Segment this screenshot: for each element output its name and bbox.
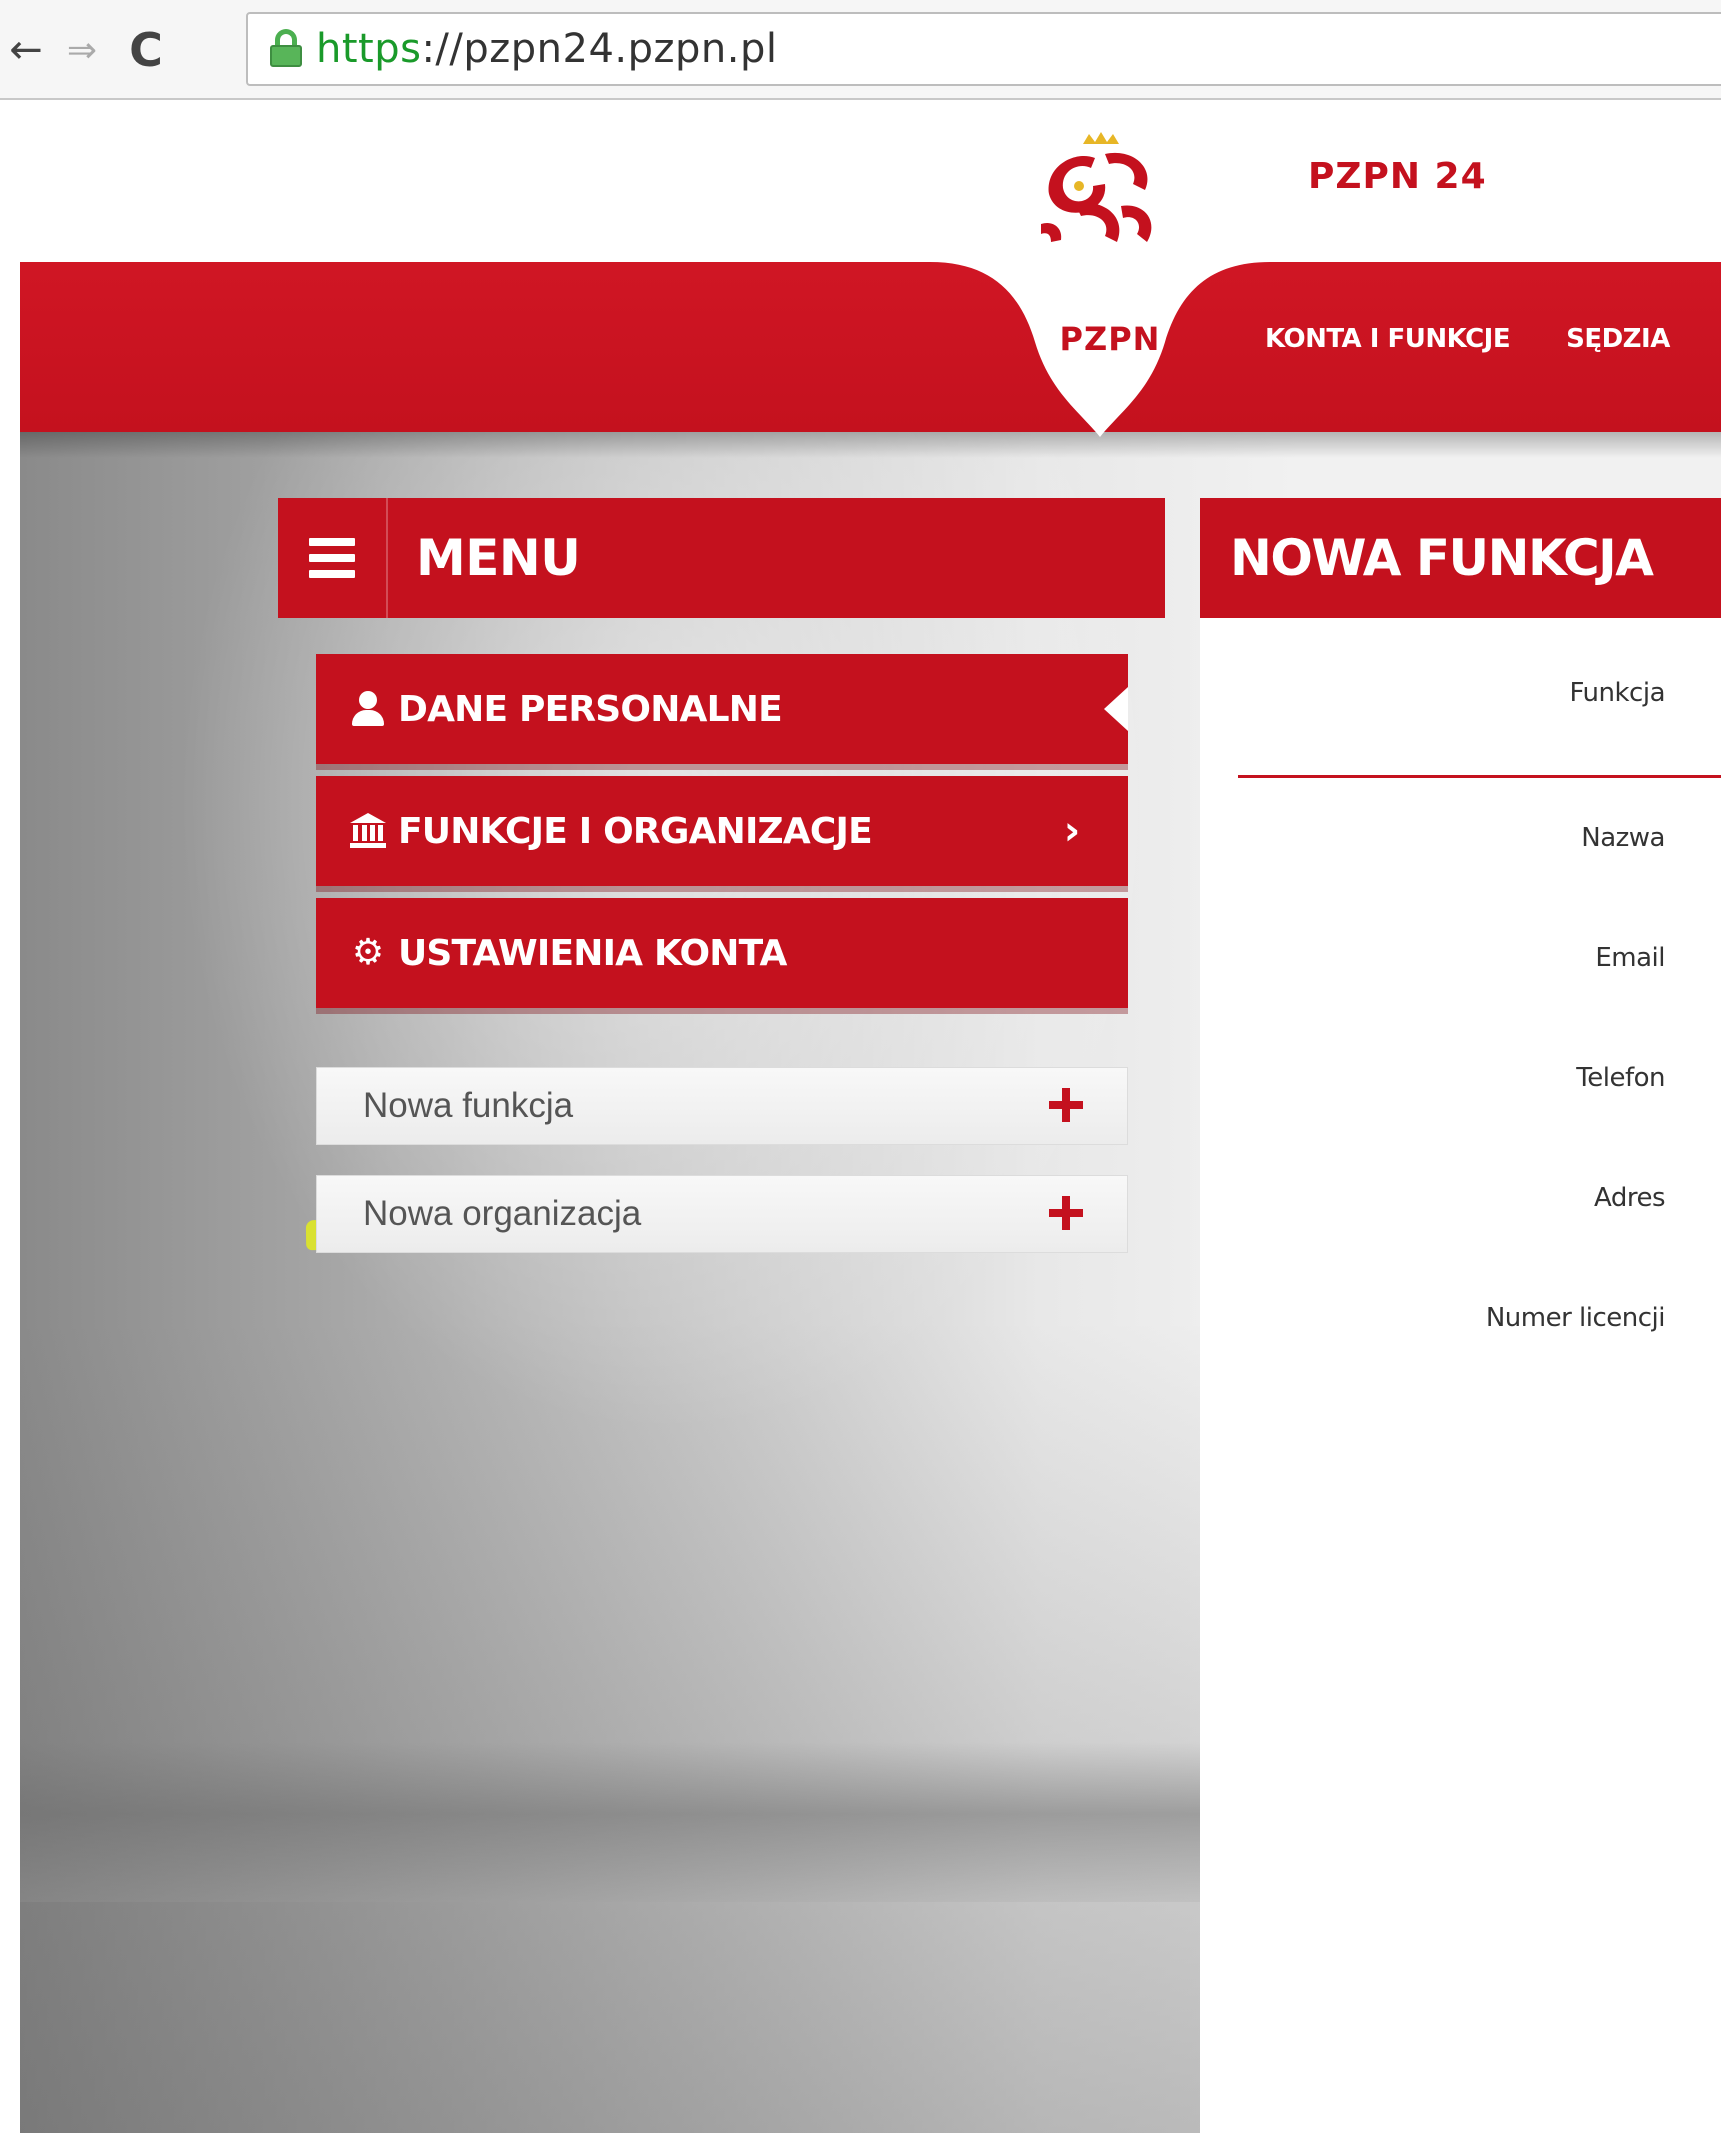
menu-item-label: USTAWIENIA KONTA [398,932,787,974]
sub-item-nowa-funkcja[interactable]: Nowa funkcja [316,1067,1128,1145]
user-icon [350,691,386,727]
chevron-right-icon: › [1063,808,1081,854]
hamburger-icon [309,538,355,578]
top-navigation: KONTA I FUNKCJE SĘDZIA [1265,324,1670,354]
page-content: PZPN PZPN 24 KONTA I FUNKCJE SĘDZIA MENU… [20,102,1721,2133]
field-label-adres: Adres [1594,1183,1666,1213]
pzpn-logo-icon[interactable] [1035,132,1165,262]
field-label-telefon: Telefon [1576,1063,1665,1093]
nav-sedzia[interactable]: SĘDZIA [1566,324,1670,354]
menu-header: MENU [278,498,1165,618]
bank-icon [350,813,386,849]
menu-item-ustawienia-konta[interactable]: ⚙ USTAWIENIA KONTA [316,898,1128,1008]
browser-toolbar: ← ⇒ C https://pzpn24.pzpn.pl [0,0,1721,100]
menu-item-label: FUNKCJE I ORGANIZACJE [398,810,873,852]
field-label-funkcja: Funkcja [1569,678,1666,708]
forward-button[interactable]: ⇒ [60,18,104,82]
crest-label: PZPN [1059,320,1161,358]
form-title: NOWA FUNKCJA [1230,529,1654,587]
arrow-right-icon: ⇒ [66,29,98,71]
form-header: NOWA FUNKCJA [1200,498,1721,618]
reload-button[interactable]: C [118,18,174,82]
form-panel: NOWA FUNKCJA Funkcja Nazwa Email Telefon… [1200,498,1721,2133]
reload-icon: C [129,23,163,77]
sub-item-label: Nowa organizacja [363,1194,642,1233]
site-title[interactable]: PZPN 24 [1308,156,1487,197]
address-bar[interactable]: https://pzpn24.pzpn.pl [246,12,1721,86]
menu-item-dane-personalne[interactable]: DANE PERSONALNE [316,654,1128,764]
lock-icon [268,29,304,69]
menu-item-funkcje-i-organizacje[interactable]: FUNKCJE I ORGANIZACJE › [316,776,1128,886]
sub-item-nowa-organizacja[interactable]: Nowa organizacja [316,1175,1128,1253]
url-host: ://pzpn24.pzpn.pl [421,26,778,72]
active-indicator [1104,687,1128,731]
url-scheme: https [316,26,422,72]
form-divider [1238,775,1721,778]
field-label-nazwa: Nazwa [1581,823,1665,853]
nav-konta-i-funkcje[interactable]: KONTA I FUNKCJE [1265,324,1511,354]
arrow-left-icon: ← [9,27,43,73]
field-label-numer-licencji: Numer licencji [1485,1303,1666,1333]
menu-title: MENU [416,529,581,587]
plus-icon[interactable] [1049,1196,1083,1230]
field-label-email: Email [1595,943,1665,973]
header-shadow [20,432,1721,458]
back-button[interactable]: ← [6,18,46,82]
menu-toggle-button[interactable] [278,498,388,618]
url-text: https://pzpn24.pzpn.pl [316,26,777,72]
gear-icon: ⚙ [351,932,385,973]
plus-icon[interactable] [1049,1088,1083,1122]
sub-item-label: Nowa funkcja [363,1086,574,1125]
menu-item-label: DANE PERSONALNE [398,688,783,730]
